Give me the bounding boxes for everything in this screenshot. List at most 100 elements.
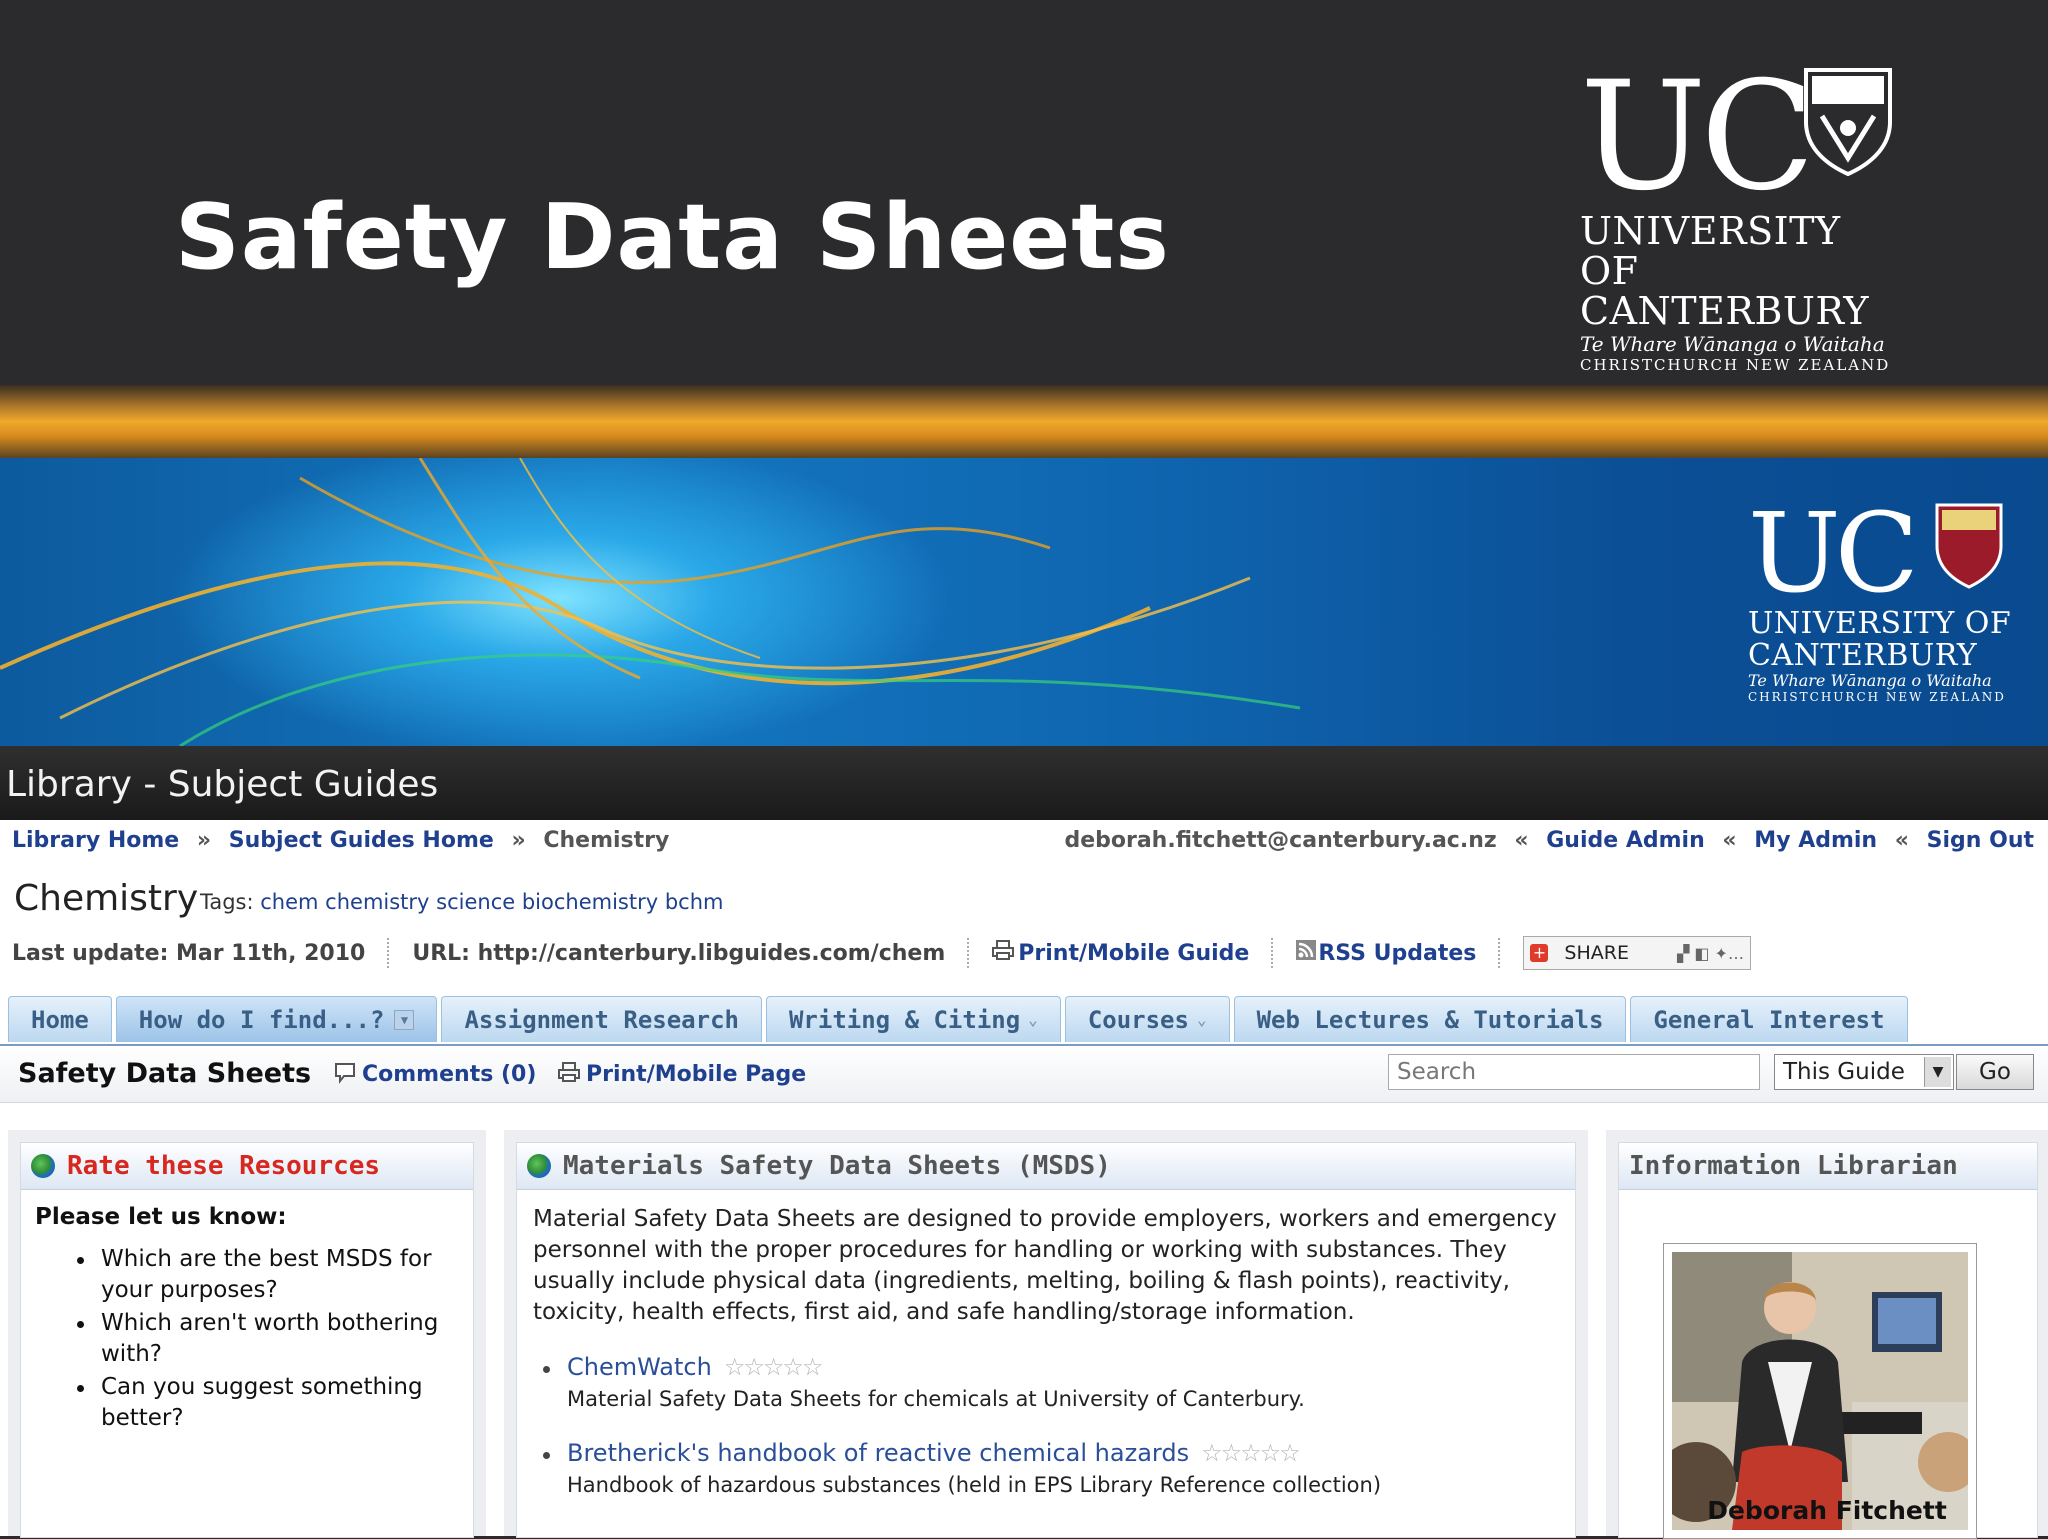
box-header: Rate these Resources [21,1143,473,1190]
tab-label: Assignment Research [464,1005,739,1034]
tags-list[interactable]: chem chemistry science biochemistry bchm [260,890,723,914]
university-logo: UC UNIVERSITY OF CANTERBURY Te Whare Wān… [1580,62,1900,374]
chevron-down-icon: ⌄ [1028,1010,1038,1029]
meta-divider [967,938,970,968]
librarian-photo-art [1672,1252,1968,1530]
star-rating[interactable]: ☆☆☆☆☆ [1201,1439,1301,1467]
user-nav-separator: « [1514,828,1529,853]
resource-link[interactable]: ChemWatch [567,1353,712,1381]
list-item: Can you suggest something better? [77,1372,459,1434]
rss-icon [1296,940,1317,966]
librarian-name: Deborah Fitchett [1707,1496,1947,1525]
user-nav-separator: « [1894,828,1909,853]
user-nav-separator: « [1722,828,1737,853]
slide-header: Safety Data Sheets UC UNIVERSITY OF CANT… [0,0,2048,385]
rate-resources-box: Rate these Resources Please let us know:… [20,1142,474,1538]
list-item: Bretherick's handbook of reactive chemic… [533,1438,1559,1500]
box-body: Material Safety Data Sheets are designed… [517,1190,1575,1514]
breadcrumb-separator: » [511,828,526,853]
print-mobile-guide-link[interactable]: Print/Mobile Guide [1018,941,1249,966]
last-update: Last update: Mar 11th, 2010 [12,940,366,966]
star-rating[interactable]: ☆☆☆☆☆ [724,1353,824,1381]
chevron-down-icon[interactable]: ▼ [1924,1057,1951,1087]
search-scope-select[interactable]: This Guide ▼ [1774,1054,1954,1090]
chevron-down-icon[interactable]: ▼ [394,1009,415,1030]
chevron-down-icon: ⌄ [1196,1010,1207,1029]
banner-logo-line-1: UNIVERSITY OF [1748,606,2012,641]
printer-icon [558,1062,580,1086]
tab-home[interactable]: Home [8,996,112,1042]
logo-line-1: UNIVERSITY OF [1580,209,1841,293]
guide-title: Chemistry [14,878,199,919]
meta-divider [1498,938,1501,968]
gold-banner-strip [0,385,2048,458]
guide-admin-link[interactable]: Guide Admin [1546,828,1705,853]
go-button[interactable]: Go [1956,1054,2034,1090]
comments-link[interactable]: Comments (0) [362,1062,536,1087]
social-icons: ▞ ◧ ✦… [1676,943,1744,963]
tab-label: Writing & Citing [788,1005,1021,1034]
librarian-box: Information Librarian [1618,1142,2038,1539]
tab-label: General Interest [1653,1005,1885,1034]
guide-tabs: Home How do I find...? ▼ Assignment Resea… [8,996,1912,1044]
tab-label: Home [31,1005,89,1034]
banner-swirl-art [0,458,1301,746]
tab-label: How do I find...? [138,1005,385,1034]
site-title-bar: Library - Subject Guides [0,746,2048,820]
logo-line-3: Te Whare Wānanga o Waitaha [1580,331,1885,356]
guide-tags: Tags: chem chemistry science biochemistr… [200,890,723,914]
comment-icon [334,1062,356,1088]
tags-label: Tags: [200,890,254,914]
slide-title: Safety Data Sheets [175,185,1170,290]
breadcrumb: Library Home » Subject Guides Home » Che… [12,828,669,853]
box-title: Rate these Resources [67,1151,381,1181]
box-title: Information Librarian [1629,1151,1958,1181]
tab-general-interest[interactable]: General Interest [1630,996,1908,1042]
breadcrumb-subject-guides-home[interactable]: Subject Guides Home [229,828,494,853]
msds-box: Materials Safety Data Sheets (MSDS) Mate… [516,1142,1576,1538]
librarian-photo [1663,1243,1977,1539]
banner-logo-line-2: CANTERBURY [1748,637,1978,673]
logo-line-4: CHRISTCHURCH NEW ZEALAND [1580,355,1891,374]
site-title: Library - Subject Guides [6,764,439,805]
guide-url: URL: http://canterbury.libguides.com/che… [412,940,946,966]
libguide-page: Library Home » Subject Guides Home » Che… [0,820,2048,1539]
page-title: Safety Data Sheets [18,1058,312,1089]
list-item: Which are the best MSDS for your purpose… [77,1244,459,1306]
rss-updates-link[interactable]: RSS Updates [1318,941,1476,966]
guide-meta-row: Last update: Mar 11th, 2010 URL: http://… [12,936,1751,970]
tab-courses[interactable]: Courses ⌄ [1064,996,1230,1042]
tab-writing-citing[interactable]: Writing & Citing ⌄ [765,996,1061,1042]
list-item: ChemWatch ☆☆☆☆☆ Material Safety Data Shee… [533,1352,1559,1414]
resource-description: Material Safety Data Sheets for chemical… [567,1387,1305,1411]
tab-label: Web Lectures & Tutorials [1256,1005,1604,1034]
breadcrumb-current: Chemistry [543,828,670,853]
banner-logo-line-4: CHRISTCHURCH NEW ZEALAND [1748,690,2006,704]
tab-web-lectures-tutorials[interactable]: Web Lectures & Tutorials [1233,996,1627,1042]
box-body: Please let us know: Which are the best M… [21,1190,473,1450]
my-admin-link[interactable]: My Admin [1754,828,1877,853]
tab-assignment-research[interactable]: Assignment Research [441,996,762,1042]
scope-value: This Guide [1783,1059,1905,1085]
user-email: deborah.fitchett@canterbury.ac.nz [1064,828,1497,853]
box-header: Materials Safety Data Sheets (MSDS) [517,1143,1575,1190]
box-header: Information Librarian [1619,1143,2037,1190]
site-banner: UC UNIVERSITY OF CANTERBURY Te Whare Wān… [0,458,2048,746]
tab-label: Courses [1087,1005,1189,1034]
meta-divider [387,938,390,968]
globe-icon [527,1154,551,1178]
sign-out-link[interactable]: Sign Out [1927,828,2034,853]
banner-university-logo: UC UNIVERSITY OF CANTERBURY Te Whare Wān… [1748,498,2018,704]
printer-icon [992,940,1015,966]
breadcrumb-library-home[interactable]: Library Home [12,828,179,853]
plus-icon: + [1530,944,1549,962]
page-toolbar: Safety Data Sheets Comments (0) Print/Mo… [0,1044,2048,1103]
share-button[interactable]: + SHARE ▞ ◧ ✦… [1523,936,1751,970]
user-nav: deborah.fitchett@canterbury.ac.nz « Guid… [1064,828,2034,853]
box-title: Materials Safety Data Sheets (MSDS) [563,1151,1111,1181]
search-input[interactable]: Search [1388,1054,1760,1090]
resource-link[interactable]: Bretherick's handbook of reactive chemic… [567,1439,1189,1467]
resource-description: Handbook of hazardous substances (held i… [567,1473,1382,1497]
tab-how-do-i-find[interactable]: How do I find...? ▼ [115,996,438,1042]
print-mobile-page-link[interactable]: Print/Mobile Page [586,1062,806,1087]
